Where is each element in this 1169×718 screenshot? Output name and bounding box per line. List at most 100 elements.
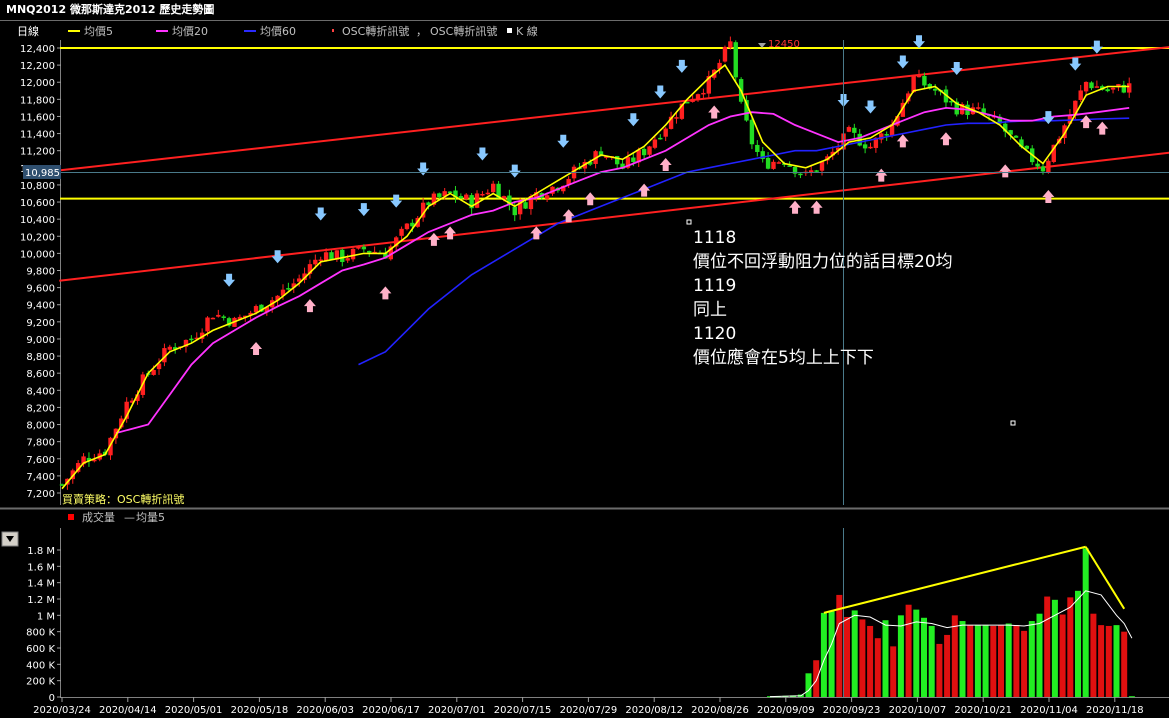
- candle-body: [205, 317, 210, 332]
- volume-bar: [944, 634, 951, 697]
- candle-body: [701, 92, 706, 95]
- candle-body: [862, 144, 868, 149]
- candle-body: [765, 157, 771, 169]
- legend-osc2: OSC轉折訊號: [430, 24, 497, 38]
- candle-body: [1035, 163, 1040, 167]
- candle-body: [884, 134, 889, 136]
- volume-bar: [1090, 613, 1097, 697]
- candle-body: [345, 258, 350, 261]
- volume-bar: [1067, 597, 1074, 697]
- price-tick-label: 8,400: [26, 386, 55, 397]
- volume-bar: [874, 638, 881, 697]
- date-tick-label: 2020/10/21: [954, 705, 1012, 716]
- price-tick-label: 10,200: [20, 232, 55, 243]
- candle-body: [1078, 90, 1083, 100]
- candle-body: [151, 370, 156, 375]
- volume-legend: 成交量: [82, 510, 115, 524]
- volume-tick-label: 200 K: [26, 677, 55, 688]
- candle-body: [491, 183, 496, 193]
- candle-body: [695, 94, 701, 99]
- date-tick-label: 2020/11/18: [1086, 705, 1144, 716]
- volume-bar: [859, 619, 866, 697]
- volume-bar: [1105, 625, 1112, 697]
- annotation-line-1: 1118: [693, 228, 736, 248]
- volume-bar: [897, 615, 904, 697]
- volume-bar: [1021, 630, 1028, 697]
- price-tick-label: 11,400: [20, 130, 55, 141]
- volume-bar: [1028, 621, 1035, 697]
- legend-ma5: 均價5: [84, 24, 113, 38]
- volume-bar: [967, 625, 974, 697]
- candle-body: [350, 248, 356, 260]
- price-tick-label: 10,800: [20, 181, 55, 192]
- volume-avg-legend: 均量5: [136, 511, 165, 524]
- candle-body: [1105, 89, 1110, 92]
- price-tick-label: 7,200: [26, 489, 55, 500]
- candle-body: [1127, 83, 1132, 93]
- volume-bar: [805, 673, 812, 697]
- price-tick-label: 9,200: [26, 318, 55, 329]
- price-tick-label: 8,600: [26, 369, 55, 380]
- price-tick-label: 10,600: [20, 198, 55, 209]
- candle-body: [340, 249, 345, 262]
- candle-body: [216, 314, 221, 317]
- candle-body: [367, 250, 372, 253]
- candle-body: [728, 41, 733, 48]
- candle-body: [776, 162, 782, 164]
- volume-bar: [1036, 613, 1043, 697]
- date-tick-label: 2020/05/18: [231, 705, 289, 716]
- date-tick-label: 2020/10/07: [889, 705, 947, 716]
- candle-body: [868, 146, 873, 149]
- candle-body: [474, 193, 480, 208]
- price-tick-label: 9,400: [26, 301, 55, 312]
- price-tick-label: 10,000: [20, 249, 55, 260]
- annotation-line-3: 1119: [693, 276, 736, 296]
- volume-tick-label: 400 K: [26, 660, 55, 671]
- candle-body: [404, 223, 410, 230]
- volume-bar: [905, 604, 912, 697]
- candle-body: [852, 127, 857, 133]
- candle-body: [814, 170, 819, 172]
- annotation-line-4: 同上: [693, 300, 727, 320]
- volume-bar: [982, 625, 989, 697]
- price-tick-label: 7,600: [26, 455, 55, 466]
- volume-bar: [936, 643, 943, 697]
- candle-body: [798, 173, 803, 176]
- volume-bar: [1098, 625, 1105, 697]
- price-tick-label: 12,000: [20, 78, 55, 89]
- volume-tick-label: 0: [49, 693, 55, 704]
- candle-body: [846, 127, 852, 132]
- price-tick-label: 7,400: [26, 472, 55, 483]
- price-tick-label: 9,800: [26, 267, 55, 278]
- candle-body: [771, 161, 776, 169]
- volume-bar: [828, 611, 835, 697]
- volume-bar: [951, 615, 958, 697]
- price-tick-label: 7,800: [26, 438, 55, 449]
- date-tick-label: 2020/08/26: [691, 705, 749, 716]
- candle-body: [1083, 81, 1089, 92]
- volume-bar: [998, 625, 1004, 697]
- volume-bar: [974, 625, 981, 697]
- candle-body: [755, 144, 760, 152]
- candle-body: [356, 245, 361, 249]
- legend-k: K 線: [516, 24, 538, 38]
- candle-body: [641, 148, 647, 156]
- candle-body: [674, 117, 679, 119]
- candle-body: [1110, 87, 1116, 90]
- candle-body: [722, 46, 728, 62]
- candle-body: [631, 157, 636, 162]
- date-tick-label: 2020/06/03: [296, 705, 354, 716]
- price-tick-label: 8,000: [26, 421, 55, 432]
- candle-body: [658, 137, 663, 140]
- candle-body: [544, 195, 550, 199]
- volume-bar: [851, 610, 858, 697]
- volume-bar: [882, 620, 889, 697]
- candle-body: [210, 317, 216, 320]
- volume-tick-label: 1 M: [37, 611, 55, 622]
- date-tick-label: 2020/04/14: [99, 705, 157, 716]
- volume-bar: [928, 625, 935, 697]
- annotation-line-6: 價位應會在5均上上下下: [693, 347, 874, 368]
- candle-body: [313, 259, 318, 265]
- candle-body: [1089, 82, 1094, 89]
- date-tick-label: 2020/11/04: [1020, 705, 1078, 716]
